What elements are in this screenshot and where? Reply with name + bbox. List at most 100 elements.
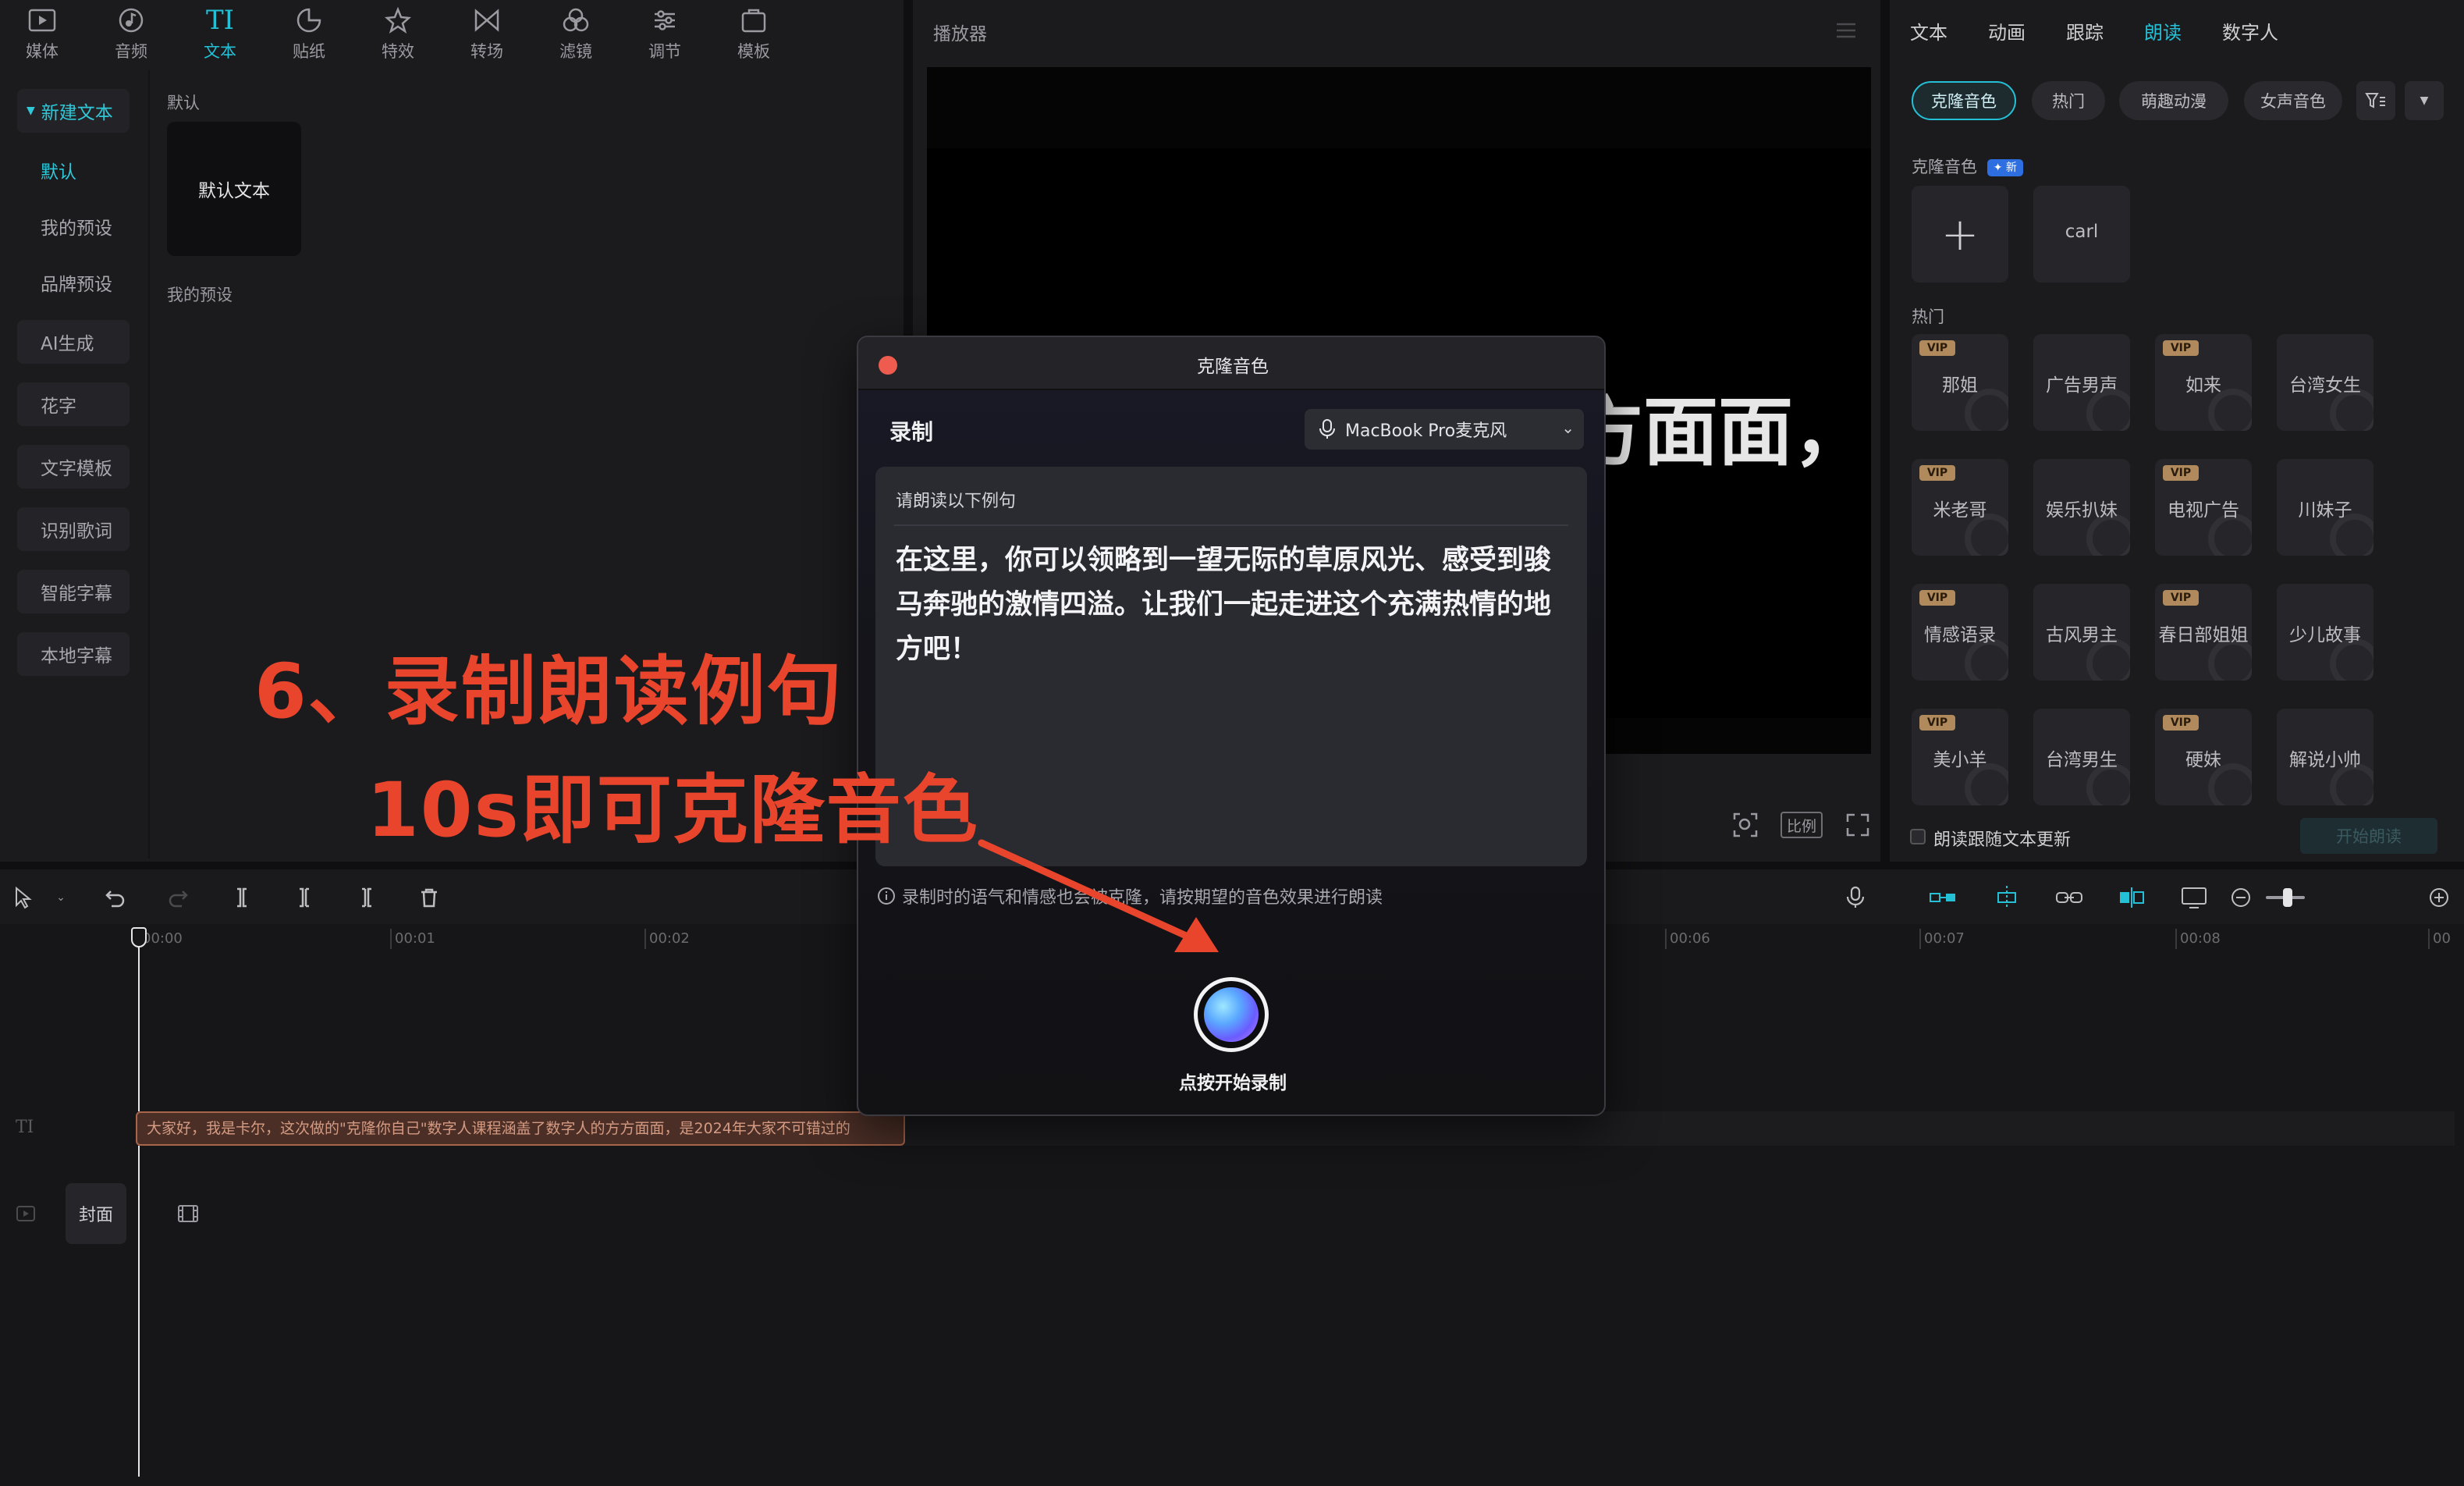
nav-smart-subtitle[interactable]: 智能字幕 bbox=[17, 570, 130, 613]
player-menu-icon[interactable] bbox=[1835, 22, 1857, 39]
zoom-in-icon[interactable] bbox=[2423, 882, 2455, 913]
voice-card[interactable]: 台湾男生 bbox=[2033, 709, 2130, 805]
voice-card[interactable]: 解说小帅 bbox=[2277, 709, 2373, 805]
caret-down-icon: ▼ bbox=[27, 105, 35, 117]
follow-checkbox[interactable] bbox=[1910, 829, 1926, 844]
plus-icon: + bbox=[1940, 208, 1979, 261]
preview-axis-icon[interactable] bbox=[2116, 882, 2147, 913]
tab-filter[interactable]: 滤镜 bbox=[541, 5, 610, 62]
fullscreen-icon[interactable] bbox=[1844, 812, 1871, 838]
record-label: 录制 bbox=[889, 419, 934, 445]
top-toolbar: 媒体 音频 TI 文本 贴纸 特效 转场 滤镜 调节 模板 bbox=[0, 0, 904, 70]
undo-icon[interactable] bbox=[100, 882, 131, 913]
subtitle-clip[interactable]: 大家好，我是卡尔，这次做的"克隆你自己"数字人课程涵盖了数字人的方方面面，是20… bbox=[136, 1111, 905, 1146]
tab-digital-human[interactable]: 数字人 bbox=[2222, 17, 2278, 44]
clone-voice-label: 克隆音色 ✦ 新 bbox=[1912, 155, 2023, 178]
nav-local-subtitle[interactable]: 本地字幕 bbox=[17, 632, 130, 676]
nav-fancy-text[interactable]: 花字 bbox=[17, 382, 130, 426]
text-icon: TI bbox=[205, 5, 235, 36]
voice-card[interactable]: 广告男声 bbox=[2033, 334, 2130, 431]
delete-icon[interactable] bbox=[414, 882, 445, 913]
mic-select[interactable]: MacBook Pro麦克风 ⌄ bbox=[1305, 409, 1584, 450]
tab-read-aloud[interactable]: 朗读 bbox=[2144, 17, 2182, 44]
snap-icon[interactable] bbox=[1991, 882, 2022, 913]
player-overlay-text: 方面面， bbox=[1568, 389, 1868, 476]
playhead-handle[interactable] bbox=[131, 927, 147, 947]
voice-card[interactable]: VIP 电视广告 bbox=[2155, 459, 2252, 556]
dropdown-button[interactable]: ▼ bbox=[2405, 81, 2444, 120]
playhead-line[interactable] bbox=[138, 946, 140, 1477]
tab-sticker-label: 贴纸 bbox=[293, 42, 325, 61]
nav-brand-presets-label: 品牌预设 bbox=[41, 275, 112, 295]
annotation-line1: 6、录制朗读例句 bbox=[254, 648, 843, 735]
cover-label: 封面 bbox=[78, 1206, 113, 1225]
nav-my-presets-label: 我的预设 bbox=[41, 219, 112, 239]
default-text-card[interactable]: 默认文本 bbox=[167, 122, 301, 256]
magnet-main-icon[interactable] bbox=[1927, 882, 1958, 913]
filter-button[interactable] bbox=[2356, 81, 2395, 120]
nav-new-text[interactable]: ▼ 新建文本 bbox=[17, 89, 130, 133]
nav-my-presets[interactable]: 我的预设 bbox=[17, 204, 130, 248]
tab-tracking[interactable]: 跟踪 bbox=[2066, 17, 2104, 44]
zoom-out-icon[interactable] bbox=[2225, 882, 2256, 913]
tab-adjust[interactable]: 调节 bbox=[630, 5, 699, 62]
link-icon[interactable] bbox=[2054, 882, 2085, 913]
tab-text[interactable]: TI 文本 bbox=[186, 5, 254, 62]
voice-card[interactable]: 娱乐扒妹 bbox=[2033, 459, 2130, 556]
sticker-icon bbox=[293, 5, 325, 36]
nav-lyrics[interactable]: 识别歌词 bbox=[17, 507, 130, 551]
record-button[interactable] bbox=[1194, 977, 1269, 1052]
start-read-button[interactable]: 开始朗读 bbox=[2300, 818, 2437, 854]
chevron-down-icon[interactable]: ⌄ bbox=[45, 882, 76, 913]
default-text-card-label: 默认文本 bbox=[198, 181, 270, 201]
tab-template[interactable]: 模板 bbox=[719, 5, 788, 62]
cover-button[interactable]: 封面 bbox=[66, 1183, 126, 1244]
chip-female[interactable]: 女声音色 bbox=[2244, 81, 2342, 120]
redo-icon[interactable] bbox=[162, 882, 193, 913]
voice-card[interactable]: VIP 情感语录 bbox=[1912, 584, 2008, 681]
tab-transition[interactable]: 转场 bbox=[453, 5, 521, 62]
voice-card[interactable]: VIP 如来 bbox=[2155, 334, 2252, 431]
voice-card[interactable]: VIP 春日部姐姐 bbox=[2155, 584, 2252, 681]
tab-sticker[interactable]: 贴纸 bbox=[275, 5, 343, 62]
zoom-slider-handle[interactable] bbox=[2283, 888, 2292, 907]
nav-fancy-text-label: 花字 bbox=[41, 396, 76, 417]
fit-screen-icon[interactable] bbox=[1732, 812, 1759, 838]
nav-text-template[interactable]: 文字模板 bbox=[17, 445, 130, 489]
chip-anime-label: 萌趣动漫 bbox=[2141, 92, 2207, 111]
tab-text-props[interactable]: 文本 bbox=[1910, 17, 1947, 44]
nav-default[interactable]: 默认 bbox=[17, 148, 130, 192]
voice-card[interactable]: 川妹子 bbox=[2277, 459, 2373, 556]
chip-anime[interactable]: 萌趣动漫 bbox=[2119, 81, 2228, 120]
voice-card-label: 那姐 bbox=[1942, 375, 1978, 396]
ruler-tick: 00:02 bbox=[644, 929, 690, 949]
tab-audio[interactable]: 音频 bbox=[97, 5, 165, 62]
screen-icon[interactable] bbox=[2178, 882, 2210, 913]
add-clone-voice-button[interactable]: + bbox=[1912, 186, 2008, 283]
voice-card-carl[interactable]: carl bbox=[2033, 186, 2130, 283]
voice-card[interactable]: VIP 硬妹 bbox=[2155, 709, 2252, 805]
voice-card[interactable]: VIP 美小羊 bbox=[1912, 709, 2008, 805]
microphone-icon[interactable] bbox=[1840, 882, 1871, 913]
ratio-button[interactable]: 比例 bbox=[1781, 812, 1823, 838]
tab-audio-label: 音频 bbox=[115, 42, 147, 61]
voice-card[interactable]: 台湾女生 bbox=[2277, 334, 2373, 431]
nav-brand-presets[interactable]: 品牌预设 bbox=[17, 261, 130, 304]
clone-voice-label-text: 克隆音色 bbox=[1912, 158, 1977, 176]
chip-hot[interactable]: 热门 bbox=[2032, 81, 2105, 120]
split-left-icon[interactable] bbox=[289, 882, 320, 913]
select-tool-icon[interactable] bbox=[8, 882, 39, 913]
tab-media[interactable]: 媒体 bbox=[8, 5, 76, 62]
voice-card[interactable]: VIP 米老哥 bbox=[1912, 459, 2008, 556]
voice-card[interactable]: VIP 那姐 bbox=[1912, 334, 2008, 431]
split-right-icon[interactable] bbox=[351, 882, 382, 913]
chip-clone-voice[interactable]: 克隆音色 bbox=[1912, 81, 2016, 120]
split-icon[interactable] bbox=[226, 882, 257, 913]
voice-card[interactable]: 古风男主 bbox=[2033, 584, 2130, 681]
voice-card[interactable]: 少儿故事 bbox=[2277, 584, 2373, 681]
adjust-icon bbox=[649, 5, 680, 36]
nav-ai-generate[interactable]: AI生成 bbox=[17, 320, 130, 364]
tab-effects[interactable]: 特效 bbox=[364, 5, 432, 62]
film-icon bbox=[176, 1202, 200, 1225]
tab-animation[interactable]: 动画 bbox=[1988, 17, 2026, 44]
